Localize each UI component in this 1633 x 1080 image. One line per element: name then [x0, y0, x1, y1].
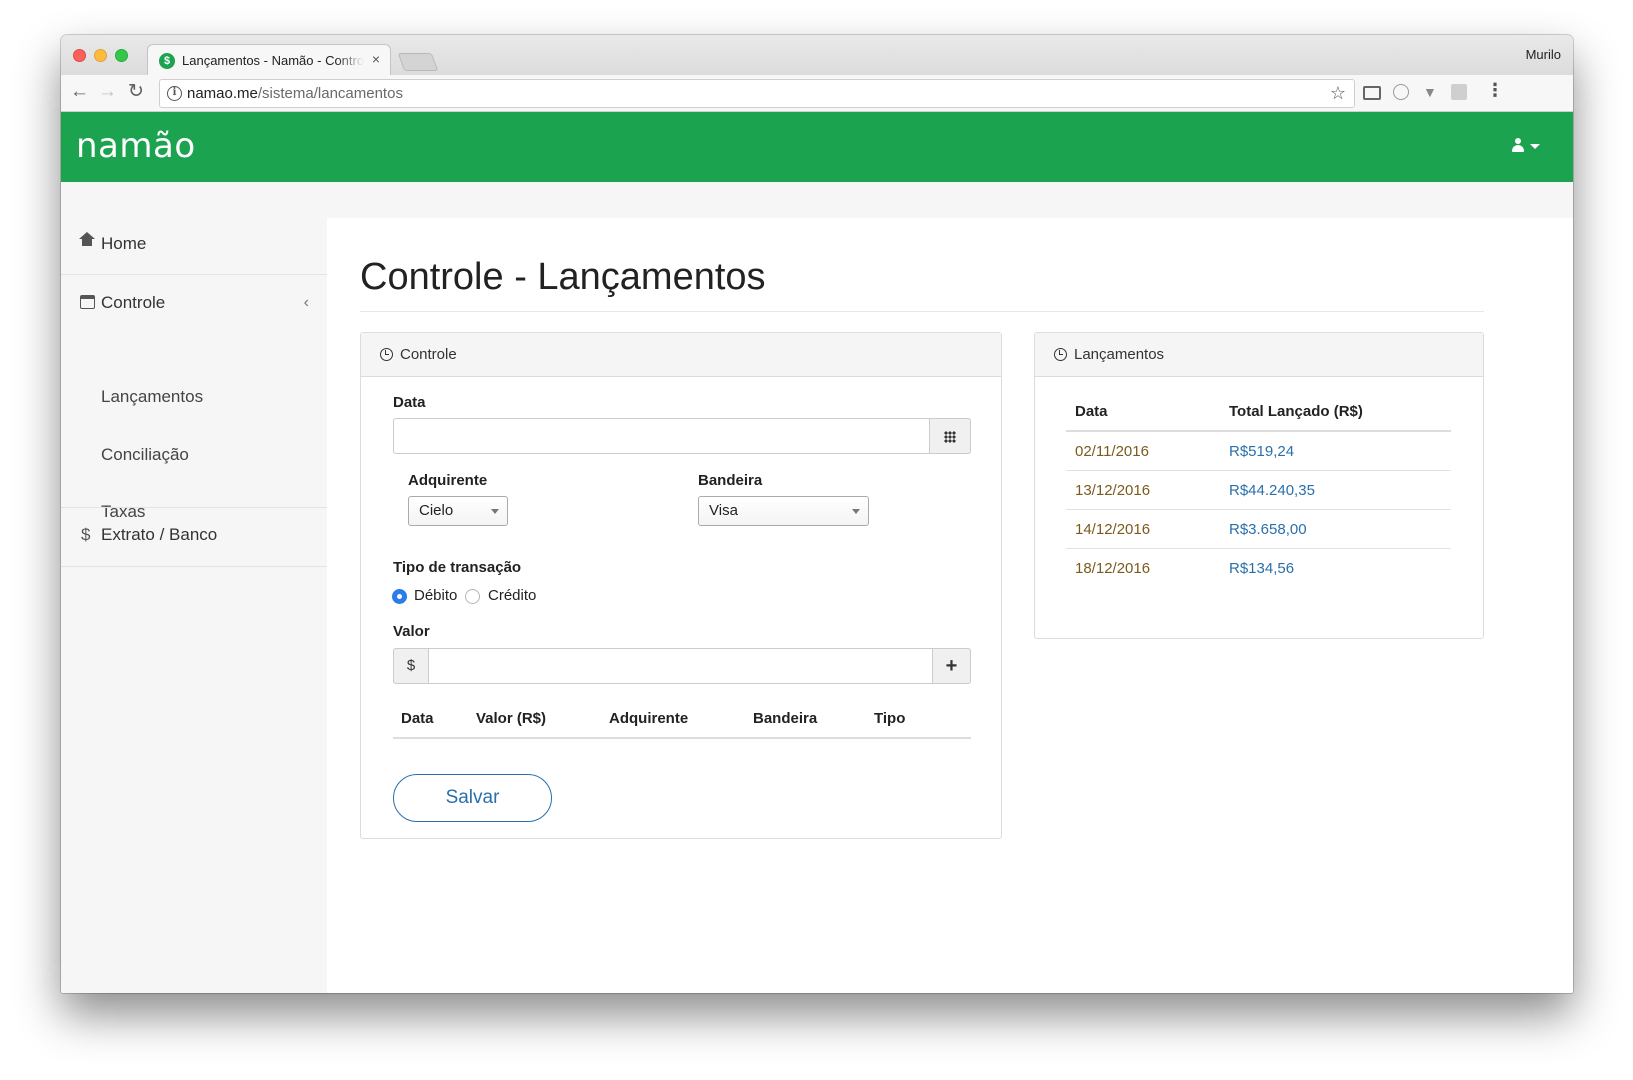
browser-titlebar: $ Lançamentos - Namão - Controle × Muril…: [61, 35, 1573, 76]
row-total-link[interactable]: R$134,56: [1229, 560, 1294, 577]
reload-icon[interactable]: ↻: [128, 82, 144, 102]
bookmark-star-icon[interactable]: ☆: [1330, 83, 1346, 104]
grid-calendar-icon: [944, 431, 956, 443]
sidebar-item-label: Extrato / Banco: [101, 525, 218, 544]
list-header-rule: [1066, 430, 1451, 432]
table-header-tipo: Tipo: [874, 710, 906, 727]
table-header-rule: [393, 737, 971, 739]
select-caret-icon: [491, 509, 499, 514]
table-header-data: Data: [401, 710, 434, 727]
maximize-window-button[interactable]: [115, 49, 128, 62]
tab-close-icon[interactable]: ×: [372, 51, 380, 67]
close-window-button[interactable]: [73, 49, 86, 62]
adquirente-select[interactable]: Cielo: [408, 496, 508, 526]
namao-logo[interactable]: namão: [76, 126, 196, 166]
extension-grid-icon[interactable]: [1451, 84, 1467, 100]
home-icon: [79, 232, 95, 250]
url-host: namao.me: [187, 85, 258, 102]
data-label: Data: [393, 394, 426, 411]
bandeira-label: Bandeira: [698, 472, 763, 489]
sidebar-item-label: Controle: [101, 293, 166, 312]
controle-panel: Controle Data Adquirente Cielo Bandeira …: [360, 332, 1002, 839]
row-total-link[interactable]: R$3.658,00: [1229, 521, 1307, 538]
address-bar[interactable]: i namao.me/sistema/lancamentos ☆: [159, 79, 1355, 108]
title-divider: [360, 311, 1484, 312]
row-divider: [1066, 548, 1451, 549]
bandeira-select[interactable]: Visa: [698, 496, 869, 526]
panel-title: Lançamentos: [1074, 346, 1165, 363]
lancamentos-panel-header: Lançamentos: [1035, 333, 1483, 377]
list-header-data: Data: [1075, 403, 1108, 420]
table-header-valor: Valor (R$): [476, 710, 547, 727]
extension-vee-icon[interactable]: ▼: [1423, 83, 1437, 101]
user-menu-button[interactable]: [1512, 138, 1540, 156]
extension-ghost-icon[interactable]: [1393, 84, 1409, 100]
cast-icon[interactable]: [1363, 86, 1381, 100]
valor-label: Valor: [393, 623, 430, 640]
add-plus-button[interactable]: +: [932, 648, 971, 684]
adquirente-selected-value: Cielo: [419, 502, 454, 519]
row-date: 02/11/2016: [1075, 443, 1149, 460]
url-text[interactable]: namao.me/sistema/lancamentos: [187, 85, 403, 102]
sidebar-item-conciliacao[interactable]: Conciliação: [101, 445, 189, 465]
sidebar-item-extrato-banco[interactable]: $ Extrato / Banco: [61, 505, 327, 565]
dollar-favicon-icon: $: [159, 53, 175, 69]
table-header-bandeira: Bandeira: [753, 710, 818, 727]
valor-input[interactable]: $ +: [393, 648, 971, 684]
browser-window: $ Lançamentos - Namão - Controle × Muril…: [61, 35, 1573, 993]
save-button[interactable]: Salvar: [393, 774, 552, 822]
tipo-transacao-label: Tipo de transação: [393, 559, 522, 576]
browser-tab[interactable]: $ Lançamentos - Namão - Controle ×: [147, 44, 391, 76]
table-header-adquirente: Adquirente: [609, 710, 689, 727]
dollar-icon: $: [81, 525, 91, 544]
tab-title: Lançamentos - Namão - Controle: [182, 53, 364, 68]
browser-menu-icon[interactable]: ⋮: [1486, 81, 1504, 99]
app-header: namão: [61, 112, 1573, 182]
url-path: /sistema/lancamentos: [257, 85, 403, 102]
caret-down-icon: [1530, 144, 1540, 149]
select-caret-icon: [852, 509, 860, 514]
sidebar-item-controle[interactable]: Controle ‹: [61, 273, 327, 333]
panel-title: Controle: [400, 346, 457, 363]
row-date: 14/12/2016: [1075, 521, 1151, 538]
row-total-link[interactable]: R$519,24: [1229, 443, 1294, 460]
sidebar-item-home[interactable]: Home: [61, 214, 327, 274]
row-date: 18/12/2016: [1075, 560, 1151, 577]
clock-icon: [1054, 348, 1067, 361]
page-title: Controle - Lançamentos: [360, 256, 766, 298]
row-divider: [1066, 509, 1451, 510]
radio-debito[interactable]: [392, 589, 407, 604]
row-total-link[interactable]: R$44.240,35: [1229, 482, 1315, 499]
profile-name[interactable]: Murilo: [1526, 47, 1561, 62]
row-divider: [1066, 470, 1451, 471]
currency-prefix: $: [393, 648, 429, 684]
bandeira-selected-value: Visa: [709, 502, 738, 519]
sidebar-item-label: Home: [101, 234, 147, 253]
sidebar-divider: [61, 566, 327, 567]
back-arrow-icon[interactable]: ←: [70, 82, 89, 102]
row-date: 13/12/2016: [1075, 482, 1151, 499]
adquirente-label: Adquirente: [408, 472, 488, 489]
clock-icon: [380, 348, 393, 361]
minimize-window-button[interactable]: [94, 49, 107, 62]
date-input[interactable]: [393, 418, 971, 454]
controle-panel-header: Controle: [361, 333, 1001, 377]
radio-debito-label[interactable]: Débito: [414, 587, 457, 604]
browser-toolbar: ← → ↻ i namao.me/sistema/lancamentos ☆ ▼…: [61, 75, 1573, 112]
list-header-total: Total Lançado (R$): [1229, 403, 1363, 420]
main-content: Controle - Lançamentos Controle Data Adq…: [327, 218, 1573, 993]
radio-credito-label[interactable]: Crédito: [488, 587, 536, 604]
sidebar-item-lancamentos[interactable]: Lançamentos: [101, 387, 203, 407]
radio-credito[interactable]: [465, 589, 480, 604]
forward-arrow-icon[interactable]: →: [98, 82, 117, 102]
calendar-picker-button[interactable]: [929, 418, 971, 454]
user-icon: [1512, 138, 1524, 152]
lancamentos-panel: Lançamentos Data Total Lançado (R$) 02/1…: [1034, 332, 1484, 639]
chevron-left-icon[interactable]: ‹: [304, 273, 309, 333]
calendar-icon: [80, 295, 95, 309]
sidebar: Home Controle ‹ Lançamentos Conciliação …: [61, 182, 327, 993]
new-tab-button[interactable]: [397, 53, 439, 71]
info-icon[interactable]: i: [167, 86, 182, 101]
